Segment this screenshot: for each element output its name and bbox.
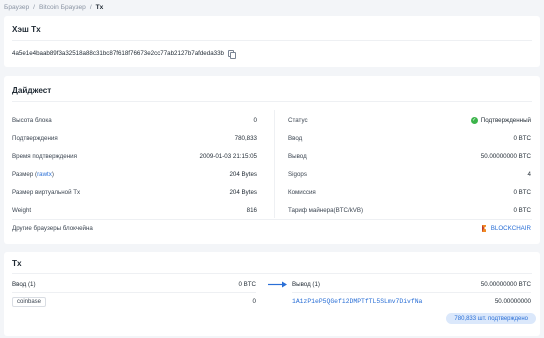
input-amount: 0 <box>252 298 256 305</box>
digest-row-confirmations: Подтверждения 780,833 <box>12 134 257 143</box>
digest-row-confirm-time: Время подтверждения 2009-01-03 21:15:05 <box>12 152 257 161</box>
digest-row-block-height: Высота блока 0 <box>12 116 257 125</box>
input-value: 0 BTC <box>513 135 531 142</box>
fee-label: Комиссия <box>288 189 316 196</box>
divider <box>12 40 532 41</box>
input-label: Ввод <box>288 135 303 142</box>
vsize-label: Размер виртуальной Tx <box>12 189 81 196</box>
digest-row-vsize: Размер виртуальной Tx 204 Bytes <box>12 188 257 197</box>
digest-row-fee-rate: Тариф майнера(BTC/kVB) 0 BTC <box>288 206 531 215</box>
breadcrumb-bitcoin-browser[interactable]: Bitcoin Браузер <box>39 4 86 11</box>
size-label: Размер <box>12 171 34 178</box>
fee-rate-value: 0 BTC <box>513 207 531 214</box>
breadcrumb-separator: / <box>33 4 36 11</box>
tx-input-row: coinbase 0 <box>12 296 256 307</box>
digest-row-sigops: Sigops 4 <box>288 170 531 179</box>
rawtx-link[interactable]: rawtx <box>37 171 52 178</box>
digest-row-output: Вывод 50.00000000 BTC <box>288 152 531 161</box>
blockchair-icon <box>481 224 486 232</box>
status-value: Подтвержденный <box>480 117 531 125</box>
digest-card: Дайджест Высота блока 0 Подтверждения 78… <box>4 76 540 244</box>
digest-row-weight: Weight 816 <box>12 206 257 215</box>
status-label: Статус <box>288 117 308 124</box>
confirmations-value: 780,833 <box>234 135 257 142</box>
weight-label: Weight <box>12 207 32 214</box>
output-address-link[interactable]: 1A1zP1eP5QGefi2DMPTfTL5SLmv7DivfNa <box>292 298 422 305</box>
size-label-group: Размер (rawtx) <box>12 171 54 178</box>
block-height-label: Высота блока <box>12 117 52 124</box>
outputs-header-label: Вывод (1) <box>292 281 320 288</box>
tx-card-title: Tx <box>12 259 22 268</box>
hash-card-title: Хэш Tx <box>12 25 41 34</box>
column-divider <box>274 110 275 218</box>
arrow-right-icon <box>268 281 287 288</box>
status-badge: ✓ Подтвержденный <box>470 116 531 125</box>
sigops-value: 4 <box>527 171 531 178</box>
divider <box>12 292 256 293</box>
blockchair-link-group[interactable]: BLOCKCHAIR <box>481 224 531 232</box>
coinbase-badge: coinbase <box>12 296 47 307</box>
output-value: 50.00000000 BTC <box>480 153 531 160</box>
hash-card: Хэш Tx 4a5e1e4baab89f3a32518a88c31bc87f6… <box>4 16 540 67</box>
blockchair-link[interactable]: BLOCKCHAIR <box>491 225 531 232</box>
divider <box>12 101 532 102</box>
tx-hash-row: 4a5e1e4baab89f3a32518a88c31bc87f618f7667… <box>12 50 236 59</box>
digest-row-input: Ввод 0 BTC <box>288 134 531 143</box>
check-circle-icon: ✓ <box>470 116 478 124</box>
confirm-time-value: 2009-01-03 21:15:05 <box>199 153 257 160</box>
tx-outputs-header: Вывод (1) 50.00000000 BTC <box>292 280 531 289</box>
confirm-time-label: Время подтверждения <box>12 153 77 160</box>
divider <box>12 219 532 220</box>
weight-value: 816 <box>246 207 257 214</box>
breadcrumb-browser[interactable]: Браузер <box>4 4 29 11</box>
inputs-header-label: Ввод (1) <box>12 281 36 288</box>
copy-icon[interactable] <box>227 50 236 59</box>
digest-row-other-explorers: Другие браузеры блокчейна BLOCKCHAIR <box>12 224 531 233</box>
digest-row-size: Размер (rawtx) 204 Bytes <box>12 170 257 179</box>
breadcrumb-separator: / <box>89 4 92 11</box>
digest-row-status: Статус ✓ Подтвержденный <box>288 116 531 125</box>
divider <box>292 292 531 293</box>
tx-inputs-header: Ввод (1) 0 BTC <box>12 280 256 289</box>
fee-rate-label: Тариф майнера(BTC/kVB) <box>288 207 364 214</box>
sigops-label: Sigops <box>288 171 307 178</box>
fee-value: 0 BTC <box>513 189 531 196</box>
output-label: Вывод <box>288 153 307 160</box>
other-explorers-label: Другие браузеры блокчейна <box>12 225 93 232</box>
breadcrumb-current: Tx <box>95 4 104 11</box>
divider <box>12 273 532 274</box>
confirmations-badge: 780,833 шт. подтверждено <box>446 313 536 324</box>
digest-title: Дайджест <box>12 86 52 95</box>
output-amount: 50.00000000 <box>494 298 531 305</box>
block-height-link[interactable]: 0 <box>254 117 257 124</box>
size-value: 204 Bytes <box>229 171 257 178</box>
tx-hash: 4a5e1e4baab89f3a32518a88c31bc87f618f7667… <box>12 50 224 57</box>
confirmations-label: Подтверждения <box>12 135 58 142</box>
breadcrumb: Браузер / Bitcoin Браузер / Tx <box>4 3 103 12</box>
inputs-total: 0 BTC <box>238 281 256 288</box>
tx-output-row: 1A1zP1eP5QGefi2DMPTfTL5SLmv7DivfNa 50.00… <box>292 297 531 306</box>
digest-row-fee: Комиссия 0 BTC <box>288 188 531 197</box>
outputs-total: 50.00000000 BTC <box>480 281 531 288</box>
vsize-value: 204 Bytes <box>229 189 257 196</box>
